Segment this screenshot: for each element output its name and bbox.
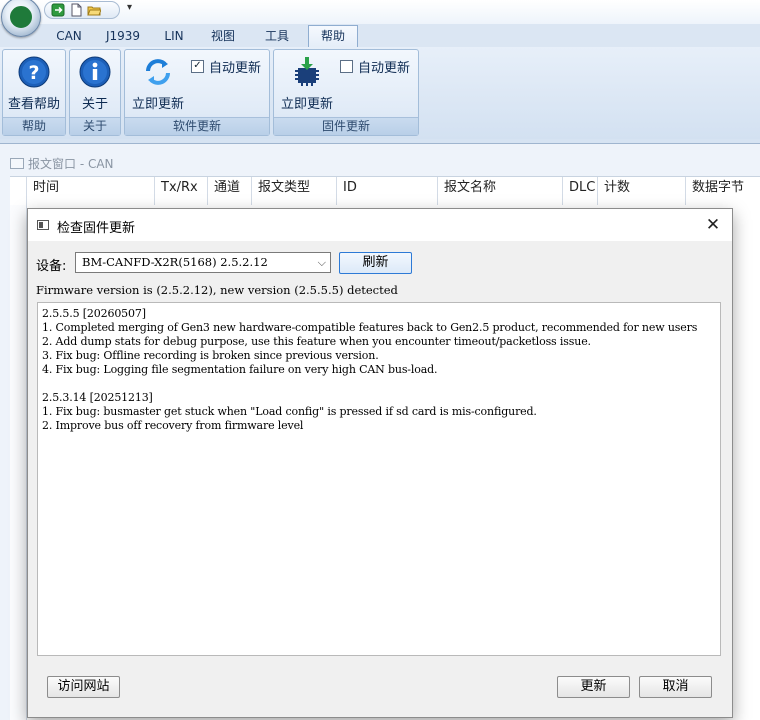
ribbon-panel: ? 查看帮助 帮助 关于 关于 立即更新 ✓ 自动更新 软件更新 立即更新 自动… [0,47,760,139]
view-help-button[interactable]: ? 查看帮助 [3,56,65,112]
release-note-line: 2.5.3.14 [20251213] [42,391,153,404]
info-icon [79,56,111,88]
help-icon: ? [18,56,50,88]
release-note-line: 2. Add dump stats for debug purpose, use… [42,335,591,348]
firmware-update-now-label: 立即更新 [280,97,333,112]
column-header[interactable]: 计数 [597,177,685,205]
software-update-now-label: 立即更新 [131,97,184,112]
device-select[interactable]: BM-CANFD-X2R(5168) 2.5.2.12 ⌵ [75,252,331,273]
visit-website-button[interactable]: 访问网站 [47,676,120,698]
release-note-line: 1. Fix bug: busmaster get stuck when "Lo… [42,405,537,418]
app-logo-icon [10,6,32,28]
row-header-strip [10,205,27,720]
checkbox-unchecked-icon [340,60,353,73]
column-header[interactable]: ID [336,177,437,205]
device-select-value: BM-CANFD-X2R(5168) 2.5.2.12 [82,255,268,269]
firmware-auto-update-checkbox[interactable]: 自动更新 [340,57,410,76]
software-auto-update-label: 自动更新 [209,61,262,76]
release-note-line: 2. Improve bus off recovery from firmwar… [42,419,304,432]
column-header[interactable]: 时间 [26,177,154,205]
column-header[interactable]: 报文名称 [437,177,562,205]
chevron-down-icon: ⌵ [317,256,326,269]
checkbox-checked-icon: ✓ [191,60,204,73]
software-auto-update-checkbox[interactable]: ✓ 自动更新 [191,57,261,76]
dialog-title: 检查固件更新 [57,221,136,236]
ribbon-tab-row: CAN J1939 LIN 视图 工具 帮助 [0,24,760,48]
device-label: 设备: [36,259,67,274]
message-window-title-text: 报文窗口 - CAN [28,157,114,171]
firmware-auto-update-label: 自动更新 [358,61,411,76]
dialog-title-bar: 检查固件更新 ✕ [28,209,732,241]
quick-access-toolbar [44,1,120,19]
about-label: 关于 [81,97,108,112]
tab-view[interactable]: 视图 [202,26,244,46]
about-button[interactable]: 关于 [70,56,120,112]
view-help-label: 查看帮助 [7,97,60,112]
release-note-line: 3. Fix bug: Offline recording is broken … [42,349,379,362]
open-folder-icon[interactable] [87,3,102,17]
title-bar: ▾ [0,0,760,37]
cancel-button[interactable]: 取消 [639,676,712,698]
refresh-icon [142,56,174,88]
tab-tools[interactable]: 工具 [256,26,298,46]
window-icon [10,158,24,169]
tab-can[interactable]: CAN [46,26,92,46]
group-help: ? 查看帮助 帮助 [2,49,66,136]
group-firmware-update: 立即更新 自动更新 固件更新 [273,49,419,136]
software-update-now-button[interactable]: 立即更新 [127,56,189,112]
svg-text:?: ? [28,62,39,84]
release-notes-textbox[interactable]: 2.5.5.5 [20260507] 1. Completed merging … [37,302,721,656]
chip-download-icon [291,56,323,88]
firmware-status-text: Firmware version is (2.5.2.12), new vers… [36,283,398,297]
release-note-line: 1. Completed merging of Gen3 new hardwar… [42,321,698,334]
column-header[interactable]: DLC [562,177,597,205]
close-icon[interactable]: ✕ [700,213,726,237]
window-icon [37,220,49,230]
tab-help[interactable]: 帮助 [308,25,358,48]
firmware-update-now-button[interactable]: 立即更新 [276,56,338,112]
column-header[interactable]: Tx/Rx [154,177,207,205]
message-window-title: 报文窗口 - CAN [10,155,114,172]
qat-dropdown-icon[interactable]: ▾ [127,2,132,13]
column-header[interactable]: 报文类型 [251,177,336,205]
group-about: 关于 关于 [69,49,121,136]
group-about-label: 关于 [70,117,120,135]
message-grid-header: 时间 Tx/Rx 通道 报文类型 ID 报文名称 DLC 计数 数据字节 [10,176,760,206]
release-note-line: 4. Fix bug: Logging file segmentation fa… [42,363,438,376]
release-note-line: 2.5.5.5 [20260507] [42,307,146,320]
update-button[interactable]: 更新 [557,676,630,698]
column-header[interactable]: 通道 [207,177,251,205]
firmware-update-dialog: 检查固件更新 ✕ 设备: BM-CANFD-X2R(5168) 2.5.2.12… [27,208,733,718]
column-header[interactable]: 数据字节 [685,177,760,205]
new-file-icon[interactable] [69,3,83,17]
tab-j1939[interactable]: J1939 [100,26,146,46]
tab-lin[interactable]: LIN [154,26,194,46]
group-help-label: 帮助 [3,117,65,135]
group-software-update-label: 软件更新 [125,117,269,135]
group-firmware-update-label: 固件更新 [274,117,418,135]
group-software-update: 立即更新 ✓ 自动更新 软件更新 [124,49,270,136]
refresh-button[interactable]: 刷新 [339,252,412,274]
green-export-icon[interactable] [51,3,65,17]
